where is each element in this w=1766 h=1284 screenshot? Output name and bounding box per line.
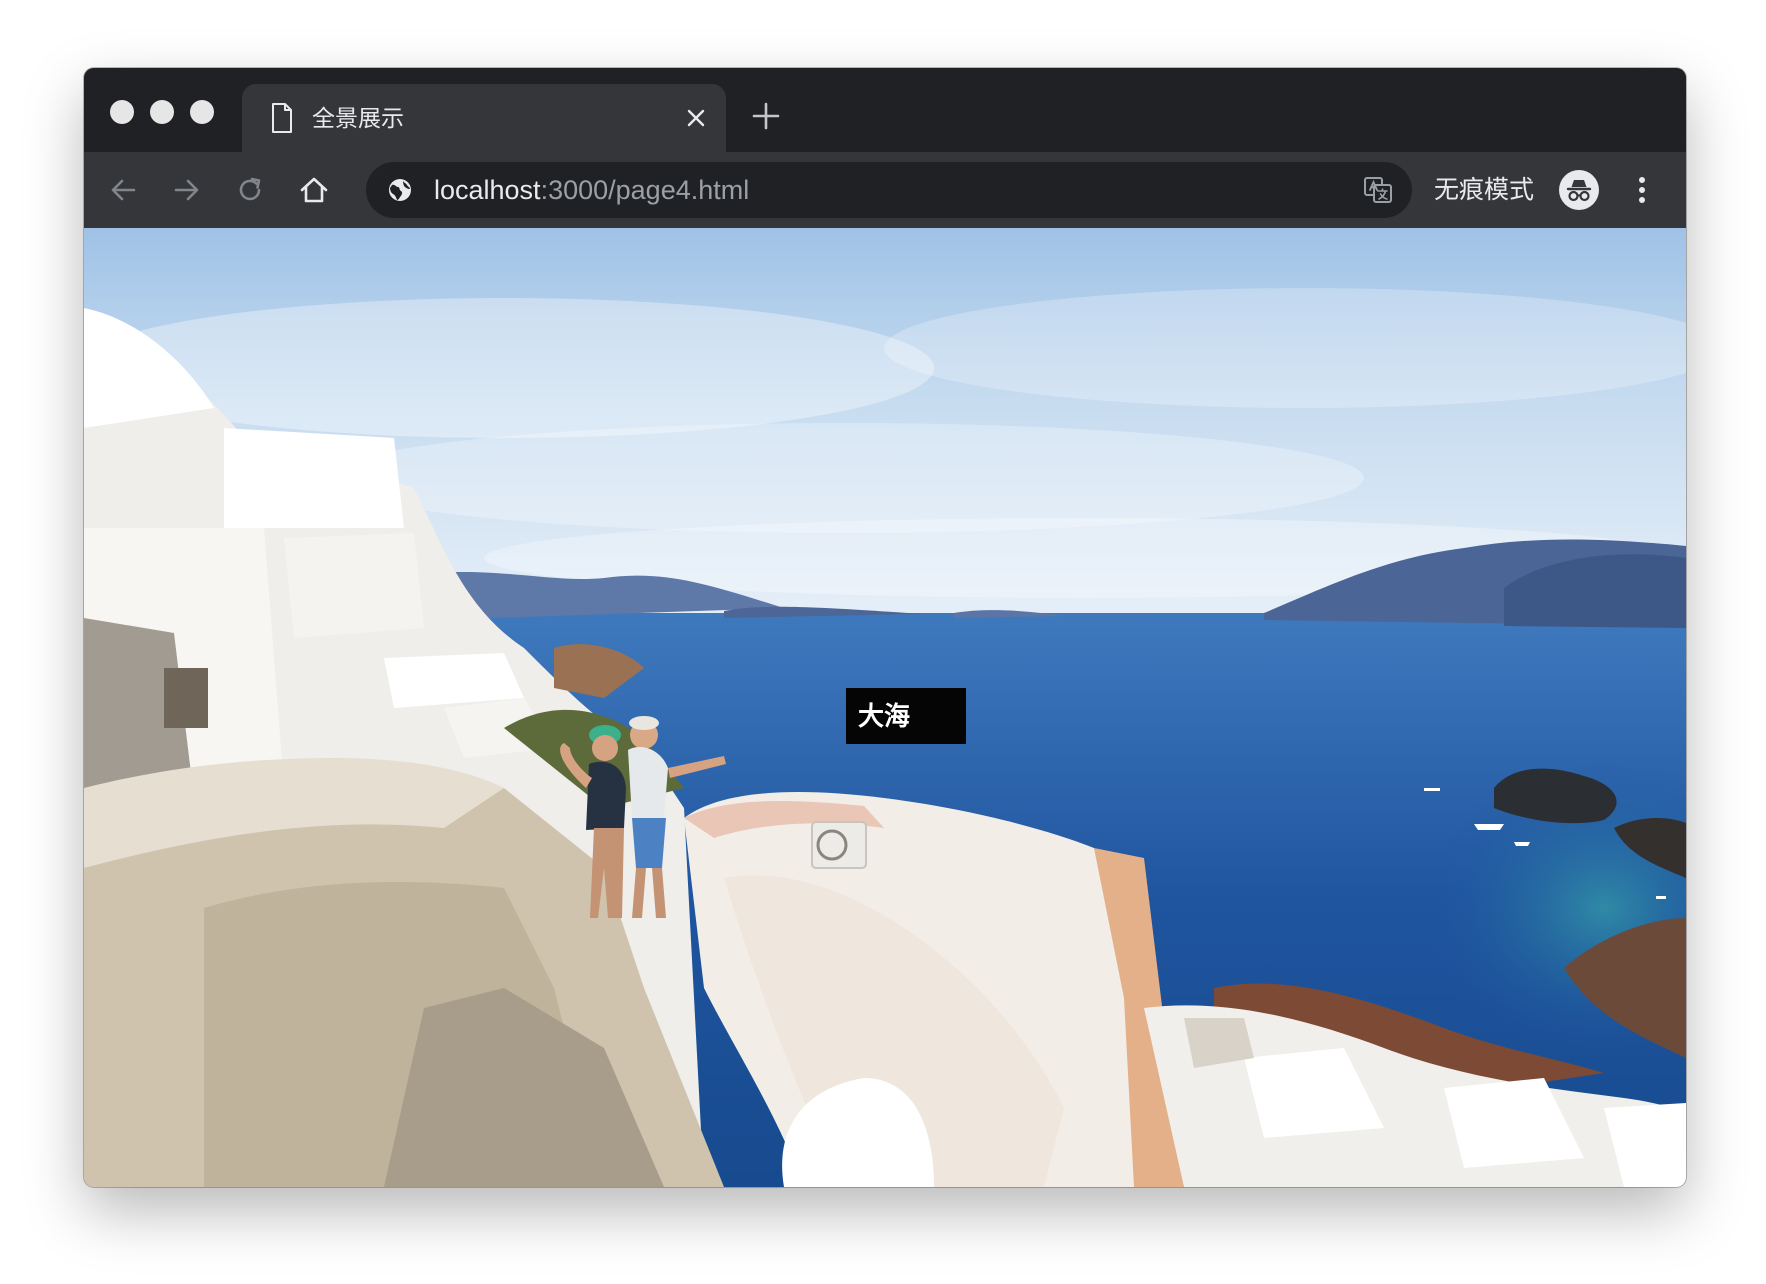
browser-window: 全景展示 localhost:3000/page4.html 无痕模式 大海	[84, 68, 1686, 1187]
url-text[interactable]: localhost:3000/page4.html	[434, 162, 749, 218]
tab-title: 全景展示	[312, 105, 404, 131]
tab-strip: 全景展示	[84, 68, 1686, 152]
more-menu-icon[interactable]	[1630, 170, 1654, 210]
incognito-icon[interactable]	[1559, 170, 1599, 210]
reload-icon[interactable]	[232, 172, 268, 208]
hotspot-label[interactable]: 大海	[846, 688, 966, 744]
minimize-window-button[interactable]	[150, 100, 174, 124]
translate-icon[interactable]	[1362, 174, 1394, 206]
globe-icon	[389, 179, 411, 201]
maximize-window-button[interactable]	[190, 100, 214, 124]
url-path: :3000/page4.html	[540, 175, 750, 205]
address-bar[interactable]: localhost:3000/page4.html	[366, 162, 1412, 218]
page-content[interactable]: 大海	[84, 228, 1686, 1187]
close-tab-icon[interactable]	[684, 106, 708, 130]
back-icon[interactable]	[106, 172, 142, 208]
new-tab-icon[interactable]	[750, 100, 782, 132]
url-host: localhost	[434, 175, 541, 205]
active-tab[interactable]: 全景展示	[242, 84, 726, 152]
home-icon[interactable]	[296, 172, 332, 208]
incognito-label: 无痕模式	[1434, 176, 1535, 204]
document-icon	[272, 103, 292, 133]
forward-icon[interactable]	[168, 172, 204, 208]
browser-toolbar: localhost:3000/page4.html 无痕模式	[84, 152, 1686, 228]
close-window-button[interactable]	[110, 100, 134, 124]
window-controls	[110, 100, 214, 124]
